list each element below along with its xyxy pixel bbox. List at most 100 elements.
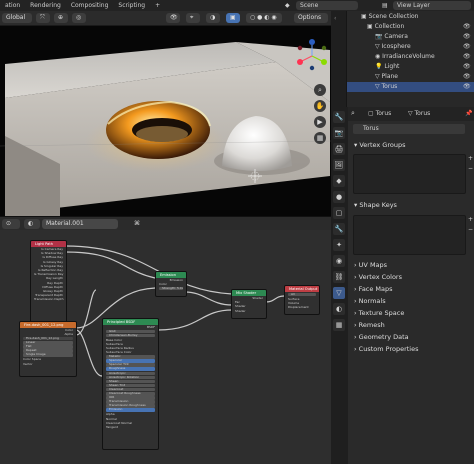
shape-keys-panel[interactable]: ▾ Shape Keys <box>354 201 397 209</box>
visibility-eye-icon[interactable]: 👁 <box>463 42 471 52</box>
panel-vertex-colors[interactable]: › Vertex Colors <box>354 273 402 281</box>
sidebar-toggle-icon[interactable]: ‹ <box>334 15 336 22</box>
bsdf-field[interactable]: IOR <box>106 396 155 400</box>
view-object-types-icon[interactable]: 👁 <box>166 13 180 23</box>
interpolation-dropdown[interactable]: Linear <box>23 340 73 345</box>
constraints-tab-icon[interactable]: ⛓ <box>333 271 345 283</box>
bsdf-field[interactable]: Christensen-Burley <box>106 333 155 338</box>
outliner-item-icosphere[interactable]: ▽ Icosphere 👁 <box>347 42 474 52</box>
editor-type-icon[interactable]: ⊙ <box>2 219 20 229</box>
panel-face-maps[interactable]: › Face Maps <box>354 285 393 293</box>
visibility-eye-icon[interactable]: 👁 <box>463 82 471 92</box>
panel-uv-maps[interactable]: › UV Maps <box>354 261 387 269</box>
outliner-item-collection[interactable]: ▣ Collection 👁 <box>347 22 474 32</box>
bsdf-field[interactable]: Roughness <box>106 367 155 371</box>
visibility-eye-icon[interactable]: 👁 <box>463 32 471 42</box>
material-tab-icon[interactable]: ◐ <box>333 303 345 315</box>
bsdf-field[interactable]: GGX <box>106 329 155 334</box>
node-image-texture[interactable]: Fire-dash_001_12.png Color Alpha Fire-da… <box>19 321 77 377</box>
xray-icon[interactable]: ▣ <box>226 13 240 23</box>
tool-tab-icon[interactable]: 🔧 <box>333 111 345 123</box>
particles-tab-icon[interactable]: ✦ <box>333 239 345 251</box>
visibility-eye-icon[interactable]: 👁 <box>463 52 471 62</box>
view-layer-selector[interactable]: View Layer <box>393 1 471 10</box>
bsdf-field[interactable]: Specular <box>106 359 155 363</box>
bsdf-field[interactable]: Anisotropic Rotation <box>106 375 155 380</box>
mesh-data-tab-icon[interactable]: ▽ <box>333 287 345 299</box>
node-material-output[interactable]: Material Output All Surface Volume Displ… <box>284 285 320 315</box>
extension-dropdown[interactable]: Repeat <box>23 349 73 353</box>
add-vertex-group-button[interactable]: + <box>468 155 473 162</box>
outliner-item-torus[interactable]: ▽ Torus 👁 <box>347 82 474 92</box>
panel-geometry-data[interactable]: › Geometry Data <box>354 333 409 341</box>
proportional-edit-icon[interactable]: ◎ <box>72 13 86 23</box>
texture-tab-icon[interactable]: ▦ <box>333 319 345 331</box>
render-tab-icon[interactable]: 📷 <box>333 127 345 139</box>
vertex-groups-panel[interactable]: ▾ Vertex Groups <box>354 141 405 149</box>
modifier-tab-icon[interactable]: 🔧 <box>333 223 345 235</box>
remove-vertex-group-button[interactable]: − <box>468 165 473 172</box>
physics-tab-icon[interactable]: ◉ <box>333 255 345 267</box>
bsdf-field[interactable]: Sheen <box>106 379 155 384</box>
camera-view-icon[interactable]: ▶ <box>314 116 326 128</box>
bsdf-field[interactable]: Sheen Tint <box>106 383 155 388</box>
visibility-eye-icon[interactable]: 👁 <box>463 22 471 32</box>
pin-icon[interactable]: 📌 <box>465 110 472 117</box>
vertex-groups-list[interactable] <box>353 154 466 194</box>
add-shape-key-button[interactable]: + <box>468 216 473 223</box>
bsdf-field[interactable]: Metallic <box>106 355 155 359</box>
outliner[interactable]: ▣ Scene Collection ▣ Collection 👁 📷 Camera… <box>346 11 474 107</box>
bsdf-field[interactable]: Clearcoat Roughness <box>106 391 155 396</box>
perspective-toggle-icon[interactable]: ▦ <box>314 132 326 144</box>
node-mix-shader[interactable]: Mix Shader Shader Fac Shader Shader <box>231 289 267 319</box>
node-emission[interactable]: Emission Emission Color Strength: 5.000 <box>155 271 187 297</box>
properties-editor[interactable]: ⌕ ▢ Torus ▽ Torus 📌 Torus ▾ Vertex Group… <box>348 107 474 464</box>
view-layer-tab-icon[interactable]: 🖼 <box>333 159 345 171</box>
tab-scripting[interactable]: Scripting <box>113 2 150 9</box>
scene-tab-icon[interactable]: ◆ <box>333 175 345 187</box>
tab-rendering[interactable]: Rendering <box>25 2 66 9</box>
source-dropdown[interactable]: Single Image <box>23 353 73 357</box>
material-name-field[interactable]: Material.001 <box>42 219 118 229</box>
orientation-dropdown[interactable]: Global <box>2 13 32 23</box>
tab-compositing[interactable]: Compositing <box>66 2 114 9</box>
menu-animation[interactable]: ation <box>0 2 25 9</box>
options-dropdown[interactable]: Options <box>294 13 328 23</box>
shader-node-editor[interactable]: Light Path Is Camera Ray Is Shadow Ray Is … <box>0 230 346 464</box>
zoom-icon[interactable]: ⌕ <box>314 84 326 96</box>
outliner-item-camera[interactable]: 📷 Camera 👁 <box>347 32 474 42</box>
transform-pivot-button[interactable]: ⤧ <box>36 13 50 23</box>
material-slot-icon[interactable]: ◐ <box>24 219 40 229</box>
bsdf-field[interactable]: Emission <box>106 408 155 412</box>
panel-remesh[interactable]: › Remesh <box>354 321 385 329</box>
add-workspace-button[interactable]: + <box>150 2 165 9</box>
strength-field[interactable]: Strength: 5.000 <box>159 286 183 291</box>
bsdf-field[interactable]: Clearcoat <box>106 387 155 392</box>
bsdf-field[interactable]: Transmission Roughness <box>106 404 155 408</box>
bsdf-field[interactable]: Specular Tint <box>106 363 155 367</box>
3d-viewport[interactable]: ⌕ ✋ ▶ ▦ <box>0 26 331 216</box>
shape-keys-list[interactable] <box>353 215 466 255</box>
target-dropdown[interactable]: All <box>288 292 316 297</box>
search-icon[interactable]: ⌕ <box>351 109 355 118</box>
shading-modes[interactable]: ○ ● ◐ ◉ <box>246 13 282 23</box>
snap-icon[interactable]: ⊕ <box>54 13 68 23</box>
image-datablock-field[interactable]: Fire-dash_001_12.png <box>23 336 73 341</box>
visibility-eye-icon[interactable]: 👁 <box>463 72 471 82</box>
scene-selector[interactable]: Scene <box>296 1 358 10</box>
outliner-item-light[interactable]: 💡 Light 👁 <box>347 62 474 72</box>
navigation-gizmo[interactable] <box>294 38 330 74</box>
node-principled-bsdf[interactable]: Principled BSDF BSDF GGX Christensen-Burl… <box>102 318 159 450</box>
remove-shape-key-button[interactable]: − <box>468 226 473 233</box>
object-tab-icon[interactable]: ▢ <box>333 207 345 219</box>
panel-custom-properties[interactable]: › Custom Properties <box>354 345 419 353</box>
bsdf-field[interactable]: Transmission <box>106 400 155 404</box>
bsdf-field[interactable]: Anisotropic <box>106 371 155 376</box>
gizmo-toggle-icon[interactable]: ⌖ <box>186 13 200 23</box>
panel-normals[interactable]: › Normals <box>354 297 386 305</box>
visibility-eye-icon[interactable]: 👁 <box>463 62 471 72</box>
outliner-item-plane[interactable]: ▽ Plane 👁 <box>347 72 474 82</box>
fake-user-icon[interactable]: ⌘ <box>130 219 142 229</box>
mesh-datablock-field[interactable]: Torus <box>353 124 465 134</box>
outliner-item-irradiancevolume[interactable]: ◉ IrradianceVolume 👁 <box>347 52 474 62</box>
